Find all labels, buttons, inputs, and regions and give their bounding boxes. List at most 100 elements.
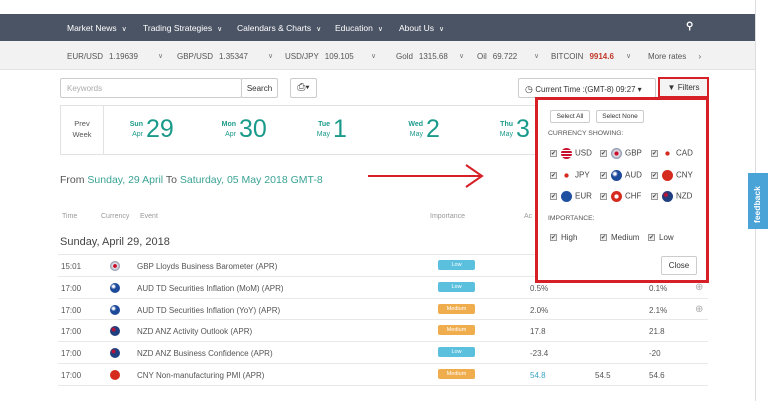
expand-icon[interactable]: ⊕ — [695, 304, 703, 315]
rate-value: 9914.6 — [589, 52, 614, 61]
event-time: 15:01 — [61, 262, 82, 271]
checkbox-checked-icon: ✔ — [651, 193, 658, 200]
event-name: AUD TD Securities Inflation (MoM) (APR) — [137, 283, 284, 293]
currency-checkbox-jpy[interactable]: ✔ JPY — [550, 169, 590, 181]
importance-badge: Low — [438, 260, 475, 270]
month: May — [499, 131, 513, 138]
clock-icon: ◷ — [525, 84, 536, 94]
rate-item[interactable]: BITCOIN 9914.6 — [551, 52, 614, 61]
more-rates-label: More rates — [648, 52, 687, 61]
table-row[interactable]: 17:00 NZD ANZ Business Confidence (APR) Lo… — [58, 341, 708, 363]
more-rates-link[interactable]: More rates › — [648, 52, 701, 61]
table-row[interactable]: 17:00 AUD TD Securities Inflation (YoY) (… — [58, 297, 708, 320]
currency-checkbox-chf[interactable]: ✔ CHF — [600, 191, 641, 202]
select-none-button[interactable]: Select None — [596, 110, 644, 123]
rate-name: GBP/USD — [177, 52, 214, 61]
day-tue[interactable]: Tue May 1 — [317, 114, 347, 144]
actual-value: 2.0% — [530, 305, 549, 315]
importance-checkbox-low[interactable]: ✔ Low — [648, 233, 674, 242]
nav-item[interactable]: Calendars & Charts ∨ — [237, 23, 321, 33]
day-heading: Sunday, April 29, 2018 — [60, 236, 170, 248]
prev-label: Prev — [74, 119, 90, 128]
keywords-input[interactable]: Keywords — [60, 78, 242, 98]
day-meta: Thu May — [500, 120, 513, 140]
importance-badge: Medium — [438, 303, 475, 314]
search-icon[interactable]: ⚲ — [686, 21, 693, 32]
event-time: 17:00 — [61, 349, 82, 359]
currency-checkbox-usd[interactable]: ✔ USD — [550, 148, 592, 159]
checkbox-checked-icon: ✔ — [550, 171, 557, 179]
importance-label: Medium — [611, 233, 640, 242]
feedback-tab[interactable]: feedback — [748, 173, 768, 229]
nav-item[interactable]: About Us ∨ — [399, 23, 444, 33]
day-wed[interactable]: Wed May 2 — [408, 114, 440, 144]
previous-value: 54.6 — [649, 371, 665, 380]
nav-item[interactable]: Market News ∨ — [67, 23, 127, 33]
currency-checkbox-nzd[interactable]: ✔ NZD — [651, 191, 692, 202]
chevron-down-icon[interactable]: ∨ — [371, 52, 376, 60]
rate-item[interactable]: GBP/USD 1.35347 — [177, 52, 248, 61]
previous-value: 0.1% — [649, 283, 668, 293]
filters-label: Filters — [677, 83, 700, 92]
importance-checkbox-medium[interactable]: ✔ Medium — [600, 233, 639, 242]
actual-value: 54.8 — [530, 371, 546, 380]
importance-checkbox-high[interactable]: ✔ High — [550, 233, 577, 242]
nzd-flag-icon — [110, 348, 120, 359]
chf-flag-icon — [611, 191, 622, 202]
chevron-down-icon[interactable]: ∨ — [158, 52, 163, 60]
filters-panel: Select All Select None CURRENCY SHOWING:… — [535, 97, 709, 283]
day-sun[interactable]: Sun Apr 29 — [130, 114, 174, 144]
currency-checkbox-cny[interactable]: ✔ CNY — [651, 169, 693, 181]
table-row[interactable]: 17:00 NZD ANZ Activity Outlook (APR) Mediu… — [58, 319, 708, 341]
chevron-down-icon[interactable]: ∨ — [268, 52, 273, 60]
time-zone-button[interactable]: ◷ Current Time :(GMT-8) 09:27 ▾ — [518, 78, 656, 98]
currency-checkbox-eur[interactable]: ✔ EUR — [550, 191, 592, 202]
chevron-down-icon: ∨ — [217, 26, 223, 33]
table-row[interactable]: 17:00 CNY Non-manufacturing PMI (APR) Medi… — [58, 363, 708, 385]
day-mon[interactable]: Mon Apr 30 — [222, 114, 267, 144]
actual-value: 0.5% — [530, 283, 549, 293]
day-meta: Wed May — [408, 120, 423, 140]
checkbox-checked-icon: ✔ — [600, 193, 607, 200]
chevron-down-icon[interactable]: ∨ — [534, 52, 539, 60]
filters-button[interactable]: ▼ Filters — [658, 77, 709, 98]
importance-badge: Low — [438, 281, 475, 292]
chevron-down-icon[interactable]: ∨ — [626, 52, 631, 60]
forecast-value: 54.5 — [595, 371, 611, 380]
previous-value: -20 — [649, 349, 661, 359]
nav-item[interactable]: Education ∨ — [335, 23, 383, 33]
importance-label: High — [561, 233, 578, 242]
prev-week-button[interactable]: Prev Week — [61, 106, 104, 154]
checkbox-checked-icon: ✔ — [648, 234, 655, 242]
currency-checkbox-aud[interactable]: ✔ AUD — [600, 169, 642, 181]
rate-item[interactable]: Gold 1315.68 — [396, 52, 448, 61]
day-of-week: Thu — [500, 121, 513, 128]
col-importance: Importance — [430, 213, 466, 220]
checkbox-checked-icon: ✔ — [600, 150, 607, 157]
select-all-button[interactable]: Select All — [550, 110, 590, 123]
nav-item[interactable]: Trading Strategies ∨ — [143, 23, 222, 33]
event-time: 17:00 — [61, 305, 82, 315]
nzd-flag-icon — [110, 326, 120, 337]
rate-item[interactable]: Oil 69.722 — [477, 52, 517, 61]
rate-name: EUR/USD — [67, 52, 104, 61]
currency-checkbox-gbp[interactable]: ✔ GBP — [600, 148, 642, 159]
close-button[interactable]: Close — [661, 256, 697, 275]
day-number: 29 — [146, 115, 174, 143]
chevron-down-icon[interactable]: ∨ — [459, 52, 464, 60]
rate-item[interactable]: USD/JPY 109.105 — [285, 52, 354, 61]
from-label: From — [60, 174, 85, 186]
print-button[interactable]: ⎙▾ — [290, 78, 317, 98]
event-name: NZD ANZ Business Confidence (APR) — [137, 349, 273, 359]
cny-flag-icon — [110, 370, 120, 380]
day-thu[interactable]: Thu May 3 — [500, 114, 530, 144]
currency-label: JPY — [575, 170, 590, 180]
expand-icon[interactable]: ⊕ — [695, 282, 703, 293]
previous-value: 21.8 — [649, 327, 665, 337]
rate-item[interactable]: EUR/USD 1.19639 — [67, 52, 138, 61]
currency-label: USD — [575, 148, 592, 158]
currency-checkbox-cad[interactable]: ✔ CAD — [651, 148, 693, 159]
rate-value: 109.105 — [324, 52, 354, 61]
day-number: 2 — [426, 115, 440, 143]
search-button[interactable]: Search — [241, 78, 278, 98]
